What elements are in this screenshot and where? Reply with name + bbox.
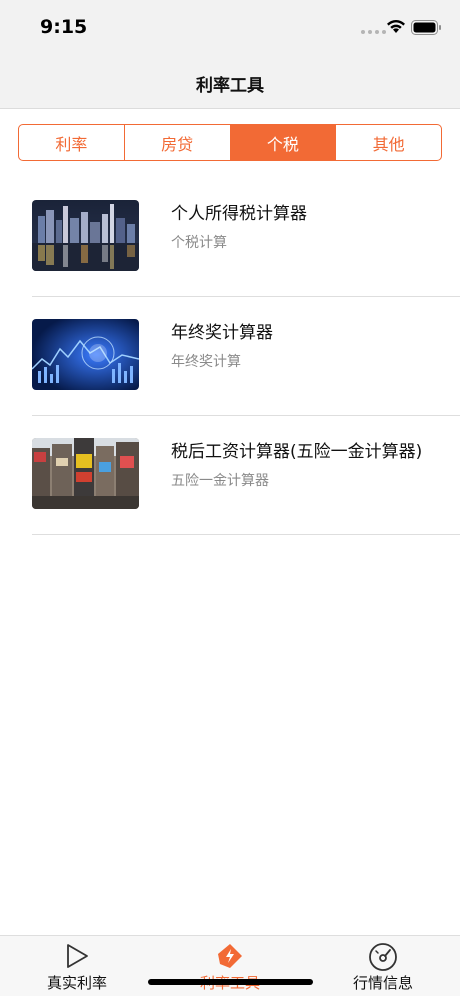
status-time: 9:15 (40, 16, 88, 38)
divider (32, 534, 460, 535)
signal-dots-icon (361, 30, 386, 34)
segment-rate[interactable]: 利率 (19, 125, 125, 160)
tab-bar: 真实利率 利率工具 行情信息 (0, 935, 460, 996)
navigation-bar: 利率工具 (0, 56, 460, 109)
home-indicator (148, 979, 313, 985)
gauge-icon (369, 943, 397, 971)
tool-list: 个人所得税计算器 个税计算 年终奖计算器 年终奖计算 税后工资计算器(五险一金计… (0, 178, 460, 535)
list-item-after-tax-salary-calculator[interactable]: 税后工资计算器(五险一金计算器) 五险一金计算器 (0, 416, 460, 535)
list-item-bonus-calculator[interactable]: 年终奖计算器 年终奖计算 (0, 297, 460, 416)
times-square-image (32, 438, 139, 509)
tab-label: 行情信息 (352, 974, 413, 992)
play-triangle-icon (67, 944, 88, 968)
wifi-icon (387, 19, 405, 33)
item-subtitle: 年终奖计算 (171, 354, 241, 370)
item-title: 税后工资计算器(五险一金计算器) (171, 442, 423, 462)
item-title: 个人所得税计算器 (171, 204, 307, 224)
category-segmented-control: 利率 房贷 个税 其他 (18, 124, 442, 161)
segment-mortgage[interactable]: 房贷 (125, 125, 231, 160)
lightning-tag-icon (218, 944, 242, 968)
battery-icon (411, 20, 441, 35)
list-item-income-tax-calculator[interactable]: 个人所得税计算器 个税计算 (0, 178, 460, 297)
status-bar: 9:15 (0, 0, 460, 56)
city-night-image (32, 200, 139, 271)
segment-income-tax[interactable]: 个税 (230, 125, 337, 160)
page-title: 利率工具 (196, 76, 264, 96)
tab-market-info[interactable]: 行情信息 (313, 936, 453, 996)
stock-chart-image (32, 319, 139, 390)
item-subtitle: 个税计算 (171, 235, 227, 251)
item-title: 年终奖计算器 (171, 323, 273, 343)
tab-label: 真实利率 (46, 974, 107, 992)
segment-other[interactable]: 其他 (336, 125, 441, 160)
tab-real-rate[interactable]: 真实利率 (7, 936, 147, 996)
item-subtitle: 五险一金计算器 (171, 473, 269, 489)
tab-rate-tools[interactable]: 利率工具 (160, 936, 300, 996)
